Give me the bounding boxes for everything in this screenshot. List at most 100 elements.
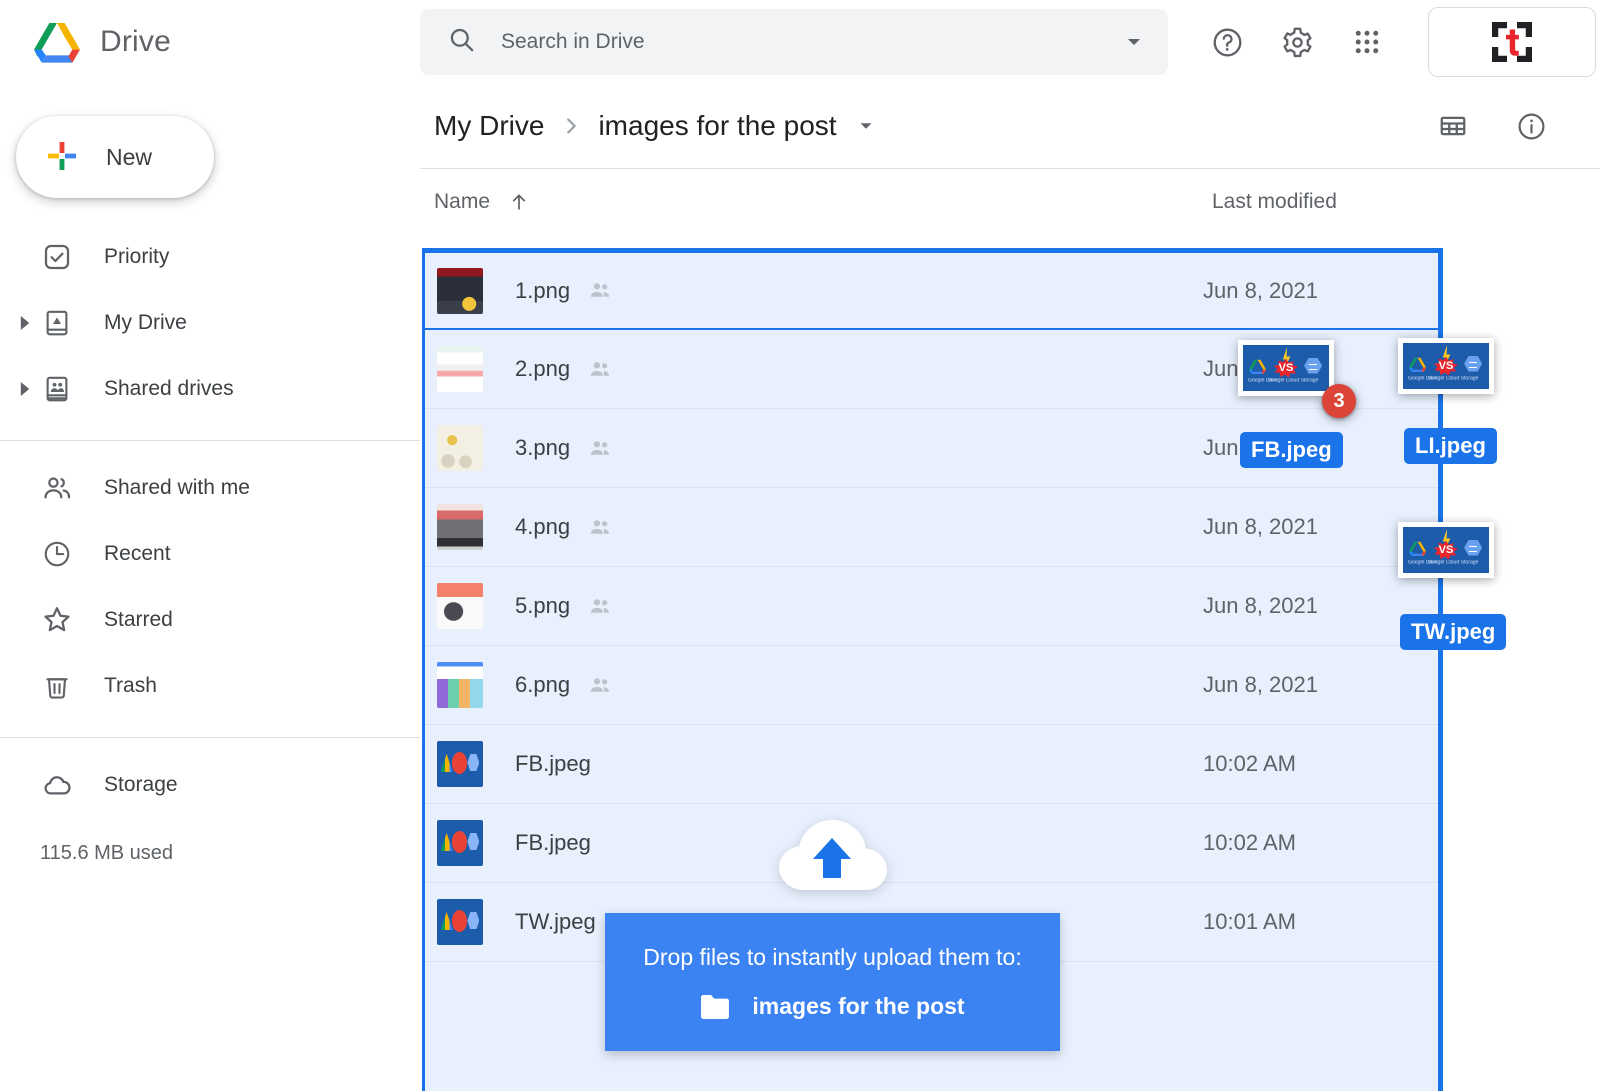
arrow-up-icon[interactable] [508, 191, 530, 213]
sidebar-item-storage[interactable]: Storage [0, 752, 420, 818]
file-modified: Jun 8, 2021 [1203, 672, 1318, 698]
file-thumbnail [437, 662, 483, 708]
column-header-modified[interactable]: Last modified [1212, 190, 1337, 214]
sidebar-item-label: Storage [104, 773, 178, 797]
new-button[interactable]: New [16, 116, 214, 198]
file-name: FB.jpeg [515, 830, 591, 856]
drive-app: Drive [0, 0, 1600, 1091]
search-filter-button[interactable] [1106, 14, 1162, 70]
file-modified: Jun 8, 2021 [1203, 278, 1318, 304]
file-thumbnail [437, 899, 483, 945]
file-name: 5.png [515, 593, 570, 619]
vs-badge-icon: VS [1434, 357, 1458, 376]
table-row[interactable]: 6.png Jun 8, 2021 [425, 646, 1439, 725]
breadcrumb-separator-icon [560, 115, 582, 137]
sidebar-item-trash[interactable]: Trash [0, 653, 420, 719]
my-drive-icon [38, 304, 76, 342]
google-drive-logo-icon [1409, 541, 1426, 557]
drag-ghost-preview: Google Drive VS Google Cloud Storage [1398, 338, 1494, 394]
sidebar-divider-2 [0, 737, 420, 738]
sidebar-item-label: Trash [104, 674, 157, 698]
drag-ghost-card: Google Drive VS Google Cloud Storage [1398, 522, 1494, 578]
drag-ghost-right-label: Google Cloud Storage [1428, 560, 1478, 565]
sidebar-item-label: My Drive [104, 311, 187, 335]
sidebar-item-priority[interactable]: Priority [0, 224, 420, 290]
star-icon [38, 601, 76, 639]
drag-count-badge: 3 [1322, 384, 1356, 418]
sidebar-item-shared-with-me[interactable]: Shared with me [0, 455, 420, 521]
column-header-name-label: Name [434, 190, 490, 214]
sidebar-item-label: Priority [104, 245, 169, 269]
table-header: Name Last modified [420, 169, 1600, 235]
search-bar[interactable] [420, 9, 1168, 75]
people-icon [38, 469, 76, 507]
drag-ghost-preview: Google Drive VS Google Cloud Storage 3 [1238, 340, 1334, 396]
file-modified: Jun 8, 2021 [1203, 593, 1318, 619]
search-icon [448, 26, 475, 58]
help-icon[interactable] [1196, 11, 1258, 73]
brand[interactable]: Drive [0, 21, 420, 63]
drag-ghost-right-label: Google Cloud Storage [1268, 378, 1318, 383]
plus-icon [44, 138, 80, 177]
storage-used-text: 115.6 MB used [40, 842, 420, 865]
file-name: 3.png [515, 435, 570, 461]
sidebar-item-starred[interactable]: Starred [0, 587, 420, 653]
drag-ghost-preview: Google Drive VS Google Cloud Storage [1398, 522, 1494, 578]
caret-down-icon[interactable] [855, 115, 877, 137]
priority-check-icon [38, 238, 76, 276]
top-bar-actions [1196, 7, 1596, 77]
expand-arrow-icon[interactable] [14, 312, 36, 334]
shared-people-icon [588, 515, 613, 540]
sidebar-item-label: Recent [104, 542, 171, 566]
google-cloud-storage-icon [1464, 540, 1482, 556]
sidebar-item-shared-drives[interactable]: Shared drives [0, 356, 420, 422]
shared-people-icon [588, 357, 613, 382]
breadcrumb-root[interactable]: My Drive [434, 110, 544, 142]
file-thumbnail [437, 425, 483, 471]
sidebar-item-label: Shared with me [104, 476, 250, 500]
vs-text: VS [1434, 541, 1458, 560]
file-thumbnail [437, 268, 483, 314]
file-name: 4.png [515, 514, 570, 540]
google-drive-logo-icon [1249, 359, 1266, 375]
upload-cloud-icon [773, 812, 891, 892]
column-header-name[interactable]: Name [434, 190, 530, 214]
settings-gear-icon[interactable] [1266, 11, 1328, 73]
file-name: TW.jpeg [515, 909, 596, 935]
google-cloud-storage-icon [1304, 358, 1322, 374]
clock-icon [38, 535, 76, 573]
file-name: 2.png [515, 356, 570, 382]
details-info-icon[interactable] [1500, 95, 1562, 157]
sidebar-divider [0, 440, 420, 441]
shared-people-icon [588, 436, 613, 461]
extension-logo-icon[interactable] [1428, 7, 1596, 77]
google-apps-grid-icon[interactable] [1336, 11, 1398, 73]
sidebar-nav: Priority My Drive [0, 224, 420, 865]
file-thumbnail [437, 583, 483, 629]
grid-view-icon[interactable] [1422, 95, 1484, 157]
drag-name-chip: FB.jpeg [1240, 432, 1343, 468]
new-button-label: New [106, 144, 152, 171]
search-input[interactable] [501, 30, 1106, 54]
drag-name-chip: LI.jpeg [1404, 428, 1497, 464]
drag-name-chip: TW.jpeg [1400, 614, 1506, 650]
table-row[interactable]: 4.png Jun 8, 2021 [425, 488, 1439, 567]
trash-icon [38, 667, 76, 705]
breadcrumb-bar: My Drive images for the post [420, 84, 1600, 168]
breadcrumb-current[interactable]: images for the post [598, 110, 836, 142]
cloud-icon [38, 766, 76, 804]
drag-ghost-card: Google Drive VS Google Cloud Storage [1238, 340, 1334, 396]
vs-badge-icon: VS [1434, 541, 1458, 560]
table-row[interactable]: 5.png Jun 8, 2021 [425, 567, 1439, 646]
table-row[interactable]: FB.jpeg 10:02 AM [425, 804, 1439, 883]
sidebar-item-label: Starred [104, 608, 173, 632]
sidebar-item-my-drive[interactable]: My Drive [0, 290, 420, 356]
vs-badge-icon: VS [1274, 359, 1298, 378]
file-name: 1.png [515, 278, 570, 304]
expand-arrow-icon[interactable] [14, 378, 36, 400]
table-row[interactable]: FB.jpeg 10:02 AM [425, 725, 1439, 804]
file-name: 6.png [515, 672, 570, 698]
table-row[interactable]: 1.png Jun 8, 2021 [425, 251, 1439, 330]
drag-ghost-right-label: Google Cloud Storage [1428, 376, 1478, 381]
sidebar-item-recent[interactable]: Recent [0, 521, 420, 587]
